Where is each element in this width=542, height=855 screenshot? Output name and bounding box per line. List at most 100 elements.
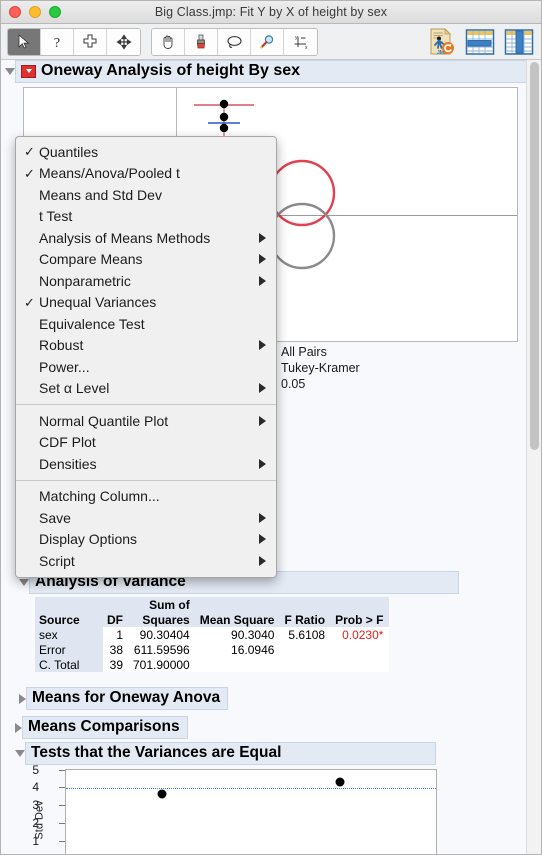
means-comparisons-label: Means Comparisons xyxy=(22,716,188,739)
close-button[interactable] xyxy=(9,6,21,18)
menu-item-nonparametric[interactable]: Nonparametric xyxy=(16,270,276,292)
anova-row1-f xyxy=(280,642,332,657)
std-dev-point-m[interactable] xyxy=(335,777,345,787)
anova-triangle[interactable] xyxy=(19,579,29,586)
anova-table-head: Sum of Source DF Squares Mean Square F R… xyxy=(35,597,390,627)
menu-item-equivalence-test[interactable]: Equivalence Test xyxy=(16,313,276,335)
menu-item-means-anova-pooled-t[interactable]: ✓ Means/Anova/Pooled t xyxy=(16,163,276,185)
anova-row2-f xyxy=(280,657,332,672)
menu-item-set-alpha-level[interactable]: Set α Level xyxy=(16,378,276,400)
anova-row2-p xyxy=(331,657,390,672)
menu-item-robust[interactable]: Robust xyxy=(16,335,276,357)
oneway-disclosure-triangle[interactable] xyxy=(5,68,15,75)
question-tool[interactable]: ? xyxy=(41,28,74,55)
oneway-context-menu[interactable]: ✓ Quantiles ✓ Means/Anova/Pooled t Means… xyxy=(15,136,277,578)
scrollbar-thumb[interactable] xyxy=(530,62,539,450)
submenu-arrow-icon xyxy=(259,232,266,243)
menu-label-equivalence-test: Equivalence Test xyxy=(39,315,145,332)
arrow-tool[interactable] xyxy=(8,28,41,55)
anova-row1-p xyxy=(331,642,390,657)
lasso-tool[interactable] xyxy=(218,28,251,55)
anova-row2-df: 39 xyxy=(103,657,129,672)
menu-item-power[interactable]: Power... xyxy=(16,356,276,378)
oneway-analysis-header[interactable]: Oneway Analysis of height By sex xyxy=(1,60,528,83)
menu-label-nqp: Normal Quantile Plot xyxy=(39,412,169,429)
menu-item-normal-quantile-plot[interactable]: Normal Quantile Plot xyxy=(16,410,276,432)
menu-item-matching-column[interactable]: Matching Column... xyxy=(16,486,276,508)
menu-item-means-and-std-dev[interactable]: Means and Std Dev xyxy=(16,184,276,206)
submenu-arrow-icon xyxy=(259,415,266,426)
anova-row1-ms: 16.0946 xyxy=(195,642,281,657)
submenu-arrow-icon xyxy=(259,275,266,286)
vertical-scrollbar[interactable] xyxy=(526,60,541,854)
anova-header-row: Source DF Squares Mean Square F Ratio Pr… xyxy=(35,612,390,627)
menu-check-unequal-variances: ✓ xyxy=(24,294,35,310)
anova-header-top-row: Sum of xyxy=(35,597,390,612)
jmp-revert-icon[interactable]: JMP xyxy=(425,27,457,57)
variance-tests-triangle[interactable] xyxy=(15,750,25,757)
menu-item-cdf-plot[interactable]: CDF Plot xyxy=(16,432,276,454)
oneway-title-box: Oneway Analysis of height By sex xyxy=(15,60,528,83)
anova-top-blank-4 xyxy=(280,597,332,612)
std-dev-point-f[interactable] xyxy=(157,789,167,799)
oneway-red-triangle-icon[interactable] xyxy=(21,64,36,78)
means-oneway-triangle[interactable] xyxy=(19,693,26,704)
tukey-label-line3: 0.05 xyxy=(281,377,306,391)
menu-item-script[interactable]: Script xyxy=(16,550,276,572)
minimize-button[interactable] xyxy=(29,6,41,18)
menu-label-compare-means: Compare Means xyxy=(39,251,143,268)
menu-item-unequal-variances[interactable]: ✓ Unequal Variances xyxy=(16,292,276,314)
menu-item-densities[interactable]: Densities xyxy=(16,453,276,475)
crosshair-tool[interactable] xyxy=(74,28,107,55)
axis-tool[interactable]: yx xyxy=(284,28,317,55)
menu-item-display-options[interactable]: Display Options xyxy=(16,529,276,551)
tukey-label-line2: Tukey-Kramer xyxy=(281,361,360,375)
magnifier-tool[interactable] xyxy=(251,28,284,55)
toolbar-right-group: JMP xyxy=(425,27,535,57)
std-dev-ytick-5: 5 xyxy=(32,763,39,777)
anova-row0-source: sex xyxy=(35,627,103,642)
submenu-arrow-icon xyxy=(259,458,266,469)
std-dev-ytick-4: 4 xyxy=(32,780,39,794)
std-dev-plot-frame[interactable] xyxy=(65,769,437,854)
anova-row0-ss: 90.30404 xyxy=(129,627,196,642)
anova-top-blank-5 xyxy=(331,597,390,612)
table-columns-icon[interactable] xyxy=(503,27,535,57)
menu-item-t-test[interactable]: t Test xyxy=(16,206,276,228)
means-comparisons-triangle[interactable] xyxy=(15,722,22,733)
report-body: Oneway Analysis of height By sex All Pai… xyxy=(1,60,541,854)
menu-item-save[interactable]: Save xyxy=(16,507,276,529)
hand-tool[interactable] xyxy=(152,28,185,55)
anova-row2-source: C. Total xyxy=(35,657,103,672)
anova-row0-ms: 90.3040 xyxy=(195,627,281,642)
table-rows-icon[interactable] xyxy=(464,27,496,57)
menu-label-nonparametric: Nonparametric xyxy=(39,272,131,289)
brush-tool[interactable] xyxy=(185,28,218,55)
anova-row0-f: 5.6108 xyxy=(280,627,332,642)
menu-item-quantiles[interactable]: ✓ Quantiles xyxy=(16,141,276,163)
std-dev-chart: Std Dev 5 4 3 2 1 0 F M sex xyxy=(32,763,457,854)
menu-label-power: Power... xyxy=(39,358,90,375)
menu-label-display-options: Display Options xyxy=(39,531,138,548)
anova-row0-p: 0.0230* xyxy=(331,627,390,642)
menu-separator-1 xyxy=(16,404,276,405)
menu-label-set-alpha: Set α Level xyxy=(39,380,110,397)
anova-row1-df: 38 xyxy=(103,642,129,657)
menu-label-quantiles: Quantiles xyxy=(39,143,99,160)
menu-label-means-anova: Means/Anova/Pooled t xyxy=(39,165,180,182)
tukey-label-line1: All Pairs xyxy=(281,345,327,359)
section-means-for-oneway-anova[interactable]: Means for Oneway Anova xyxy=(15,687,229,710)
section-means-comparisons[interactable]: Means Comparisons xyxy=(11,716,188,739)
menu-item-compare-means[interactable]: Compare Means xyxy=(16,249,276,271)
menu-item-analysis-of-means-methods[interactable]: Analysis of Means Methods xyxy=(16,227,276,249)
svg-text:?: ? xyxy=(54,36,60,50)
move-tool[interactable] xyxy=(107,28,140,55)
maximize-button[interactable] xyxy=(49,6,61,18)
table-row: C. Total 39 701.90000 xyxy=(35,657,390,672)
section-variance-tests[interactable]: Tests that the Variances are Equal xyxy=(11,742,436,765)
std-dev-ytick-2: 2 xyxy=(32,816,39,830)
menu-label-script: Script xyxy=(39,552,75,569)
menu-label-robust: Robust xyxy=(39,337,84,354)
anova-top-blank-2 xyxy=(103,597,129,612)
submenu-arrow-icon xyxy=(259,340,266,351)
